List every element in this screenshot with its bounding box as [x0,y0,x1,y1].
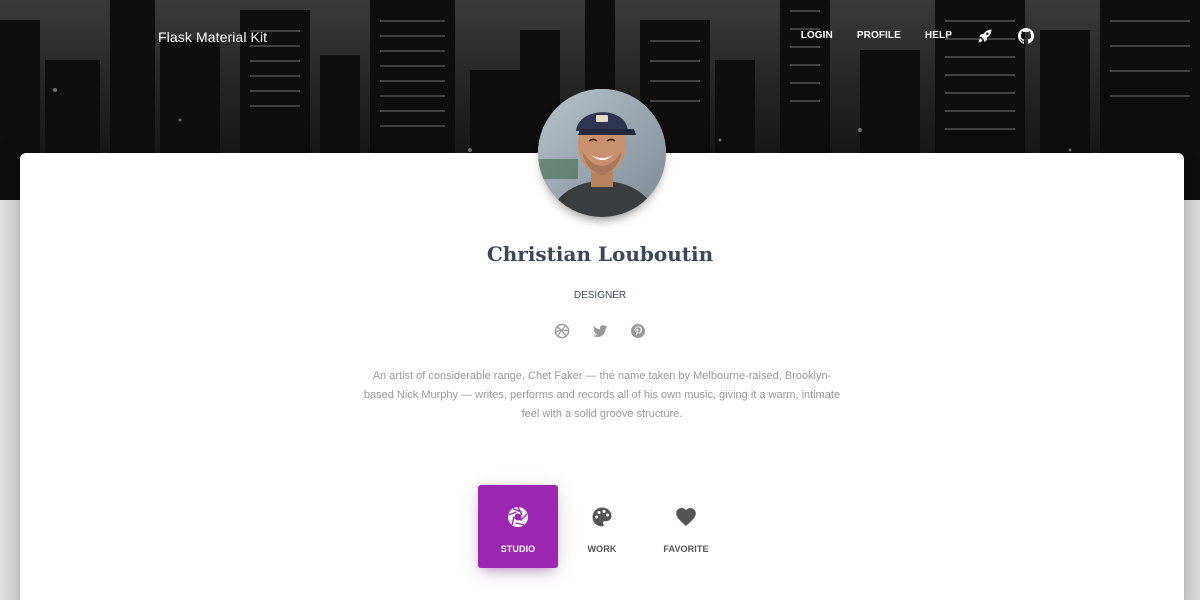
profile-avatar [538,89,666,217]
dribbble-icon[interactable] [554,323,570,339]
twitter-icon[interactable] [592,323,608,339]
profile-bio: An artist of considerable range, Chet Fa… [363,370,841,420]
camera-aperture-icon [507,506,529,533]
pinterest-icon[interactable] [630,323,646,339]
tab-work[interactable]: WORK [562,485,642,568]
tab-work-label: WORK [587,544,617,554]
nav-login-link[interactable]: LOGIN [801,27,833,45]
heart-icon [675,506,697,533]
tab-favorite[interactable]: FAVORITE [646,485,726,568]
nav-profile-link[interactable]: PROFILE [857,27,901,45]
profile-tabs: STUDIO WORK FAVORITE [478,485,726,568]
profile-name: Christian Louboutin [486,242,714,266]
github-icon[interactable] [1018,28,1034,44]
tab-studio-label: STUDIO [500,544,536,554]
rocket-icon[interactable] [977,28,993,44]
nav-help-link[interactable]: HELP [925,27,952,45]
palette-icon [591,506,613,533]
nav-links: LOGIN PROFILE HELP [777,27,1034,45]
brand-link[interactable]: Flask Material Kit [158,29,267,45]
tab-studio[interactable]: STUDIO [478,485,558,568]
tab-favorite-label: FAVORITE [663,544,709,554]
profile-title: DESIGNER [573,290,627,301]
navbar: Flask Material Kit LOGIN PROFILE HELP [0,0,1200,72]
social-links [0,323,1200,339]
